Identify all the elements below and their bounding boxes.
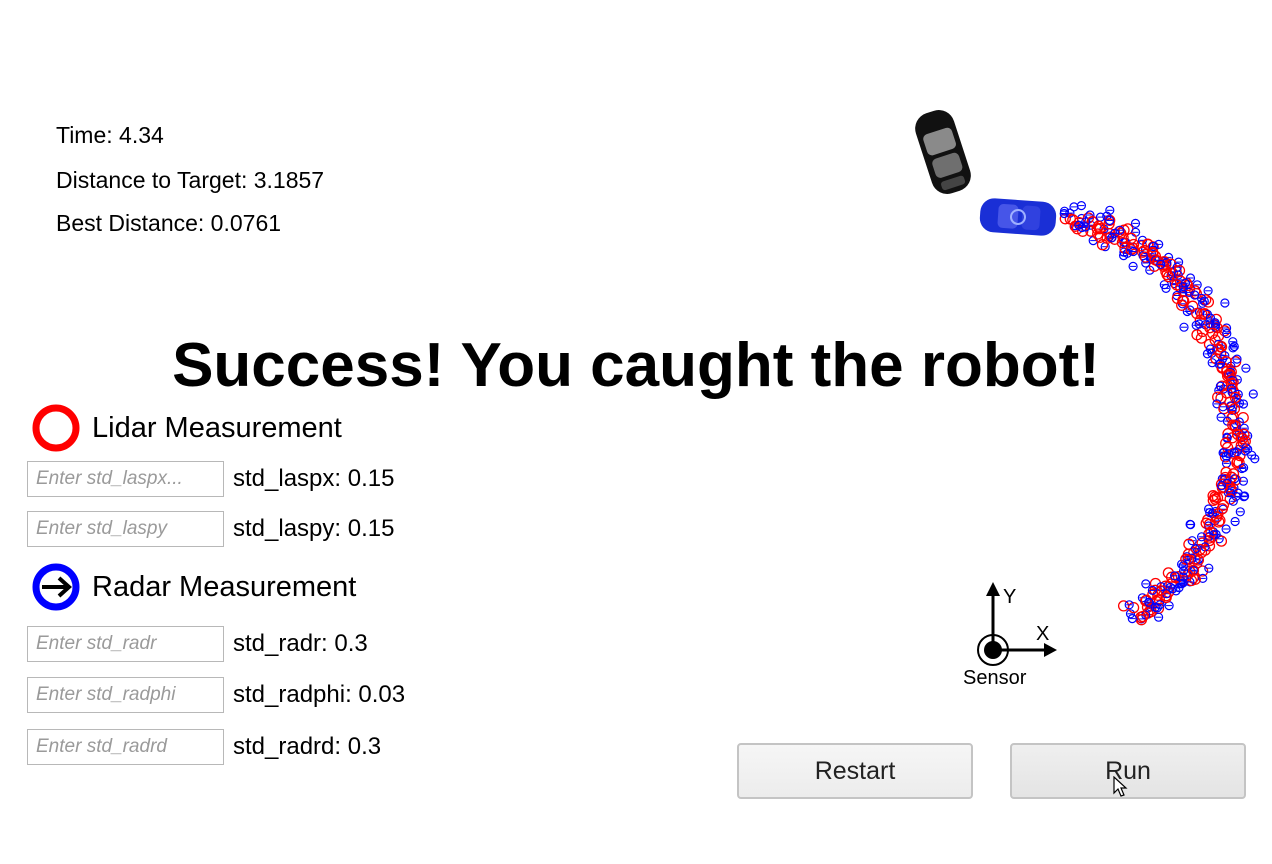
- param-row-radphi: std_radphi: 0.03: [27, 677, 405, 713]
- std-radr-value: std_radr: 0.3: [233, 630, 368, 657]
- sensor-axes: Y X Sensor: [963, 582, 1057, 689]
- std-radrd-value: std_radrd: 0.3: [233, 733, 382, 760]
- std-radr-input[interactable]: [27, 626, 224, 662]
- distance-to-target-readout: Distance to Target: 3.1857: [56, 167, 325, 193]
- lidar-legend-label: Lidar Measurement: [92, 411, 342, 444]
- std-laspx-value: std_laspx: 0.15: [233, 465, 395, 492]
- param-row-laspy: std_laspy: 0.15: [27, 511, 394, 547]
- std-radphi-input[interactable]: [27, 677, 224, 713]
- param-row-radr: std_radr: 0.3: [27, 626, 368, 662]
- lidar-legend: Lidar Measurement: [30, 402, 342, 454]
- radar-arrow-circle-icon: [32, 563, 80, 611]
- std-laspy-value: std_laspy: 0.15: [233, 515, 395, 542]
- radar-legend-label: Radar Measurement: [92, 570, 357, 603]
- std-radphi-value: std_radphi: 0.03: [233, 681, 406, 708]
- std-laspy-input[interactable]: [27, 511, 224, 547]
- restart-button[interactable]: Restart: [737, 743, 973, 799]
- measurement-track: [1059, 201, 1260, 626]
- target-car: [979, 198, 1057, 236]
- hunter-car: [915, 110, 971, 194]
- param-row-radrd: std_radrd: 0.3: [27, 729, 381, 765]
- radar-legend: Radar Measurement: [30, 561, 356, 613]
- time-readout: Time: 4.34: [56, 122, 164, 148]
- best-distance-readout: Best Distance: 0.0761: [56, 210, 282, 236]
- axis-x-label: X: [1036, 623, 1049, 645]
- param-row-laspx: std_laspx: 0.15: [27, 461, 394, 497]
- success-banner: Success! You caught the robot!: [172, 331, 1100, 400]
- lidar-point: [1117, 600, 1130, 612]
- std-laspx-input[interactable]: [27, 461, 224, 497]
- mouse-cursor-icon: [1113, 776, 1128, 797]
- std-radrd-input[interactable]: [27, 729, 224, 765]
- sensor-label: Sensor: [963, 667, 1027, 689]
- axis-y-label: Y: [1003, 586, 1016, 608]
- lidar-circle-icon: [32, 404, 80, 452]
